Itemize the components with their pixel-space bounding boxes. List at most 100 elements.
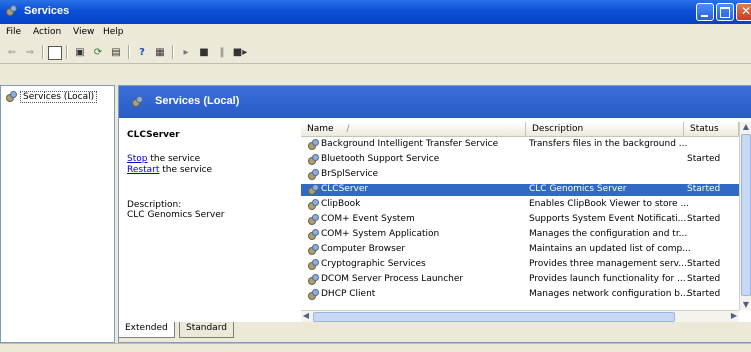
service-gear-icon: [307, 184, 319, 196]
view-tabs: Extended Standard: [119, 322, 751, 342]
details-pane: Services (Local) CLCServer Stop the serv…: [118, 85, 751, 343]
stop-icon[interactable]: ■: [196, 44, 212, 60]
scroll-left-icon[interactable]: ◀: [301, 311, 311, 321]
service-gear-icon: [307, 214, 319, 226]
export-list-icon[interactable]: ▤: [108, 44, 124, 60]
service-name-cell: Background Intelligent Transfer Service: [321, 139, 499, 149]
service-name-cell: Cryptographic Services: [321, 259, 426, 269]
service-name-cell: COM+ System Application: [321, 229, 440, 239]
restart-service-link[interactable]: Restart: [127, 165, 159, 175]
column-status[interactable]: Status: [684, 122, 739, 137]
tree-item-label: Services (Local): [20, 91, 98, 103]
minimize-button[interactable]: [696, 3, 714, 21]
service-description-cell: Manages network configuration b...: [529, 289, 689, 299]
help-icon[interactable]: ?: [134, 44, 150, 60]
window-title: Services: [24, 5, 70, 17]
service-gear-icon: [307, 229, 319, 241]
services-list: Name / Description Status Background Int…: [301, 118, 751, 322]
service-name-cell: Computer Browser: [321, 244, 406, 254]
table-row[interactable]: Background Intelligent Transfer Service T…: [301, 139, 741, 151]
services-app-icon: [5, 5, 19, 19]
service-status-cell: Started: [687, 154, 721, 164]
scroll-down-icon[interactable]: ▼: [741, 300, 751, 310]
close-button[interactable]: ✕: [736, 3, 751, 21]
maximize-icon: [720, 7, 730, 18]
service-gear-icon: [307, 169, 319, 181]
table-row[interactable]: Bluetooth Support Service Started: [301, 154, 741, 166]
service-name-cell: DHCP Client: [321, 289, 376, 299]
table-row[interactable]: DCOM Server Process Launcher Provides lau…: [301, 274, 741, 286]
service-status-cell: Started: [687, 289, 721, 299]
table-row[interactable]: DHCP Client Manages network configuration…: [301, 289, 741, 301]
tab-extended[interactable]: Extended: [119, 322, 175, 338]
description-text: CLC Genomics Server: [127, 210, 225, 220]
tab-standard[interactable]: Standard: [179, 322, 234, 338]
maximize-button[interactable]: [716, 3, 734, 21]
selected-service-name: CLCServer: [127, 130, 180, 140]
horizontal-scroll-thumb[interactable]: [313, 312, 675, 322]
table-row[interactable]: ClipBook Enables ClipBook Viewer to store…: [301, 199, 741, 211]
table-row[interactable]: CLCServer CLC Genomics Server Started: [301, 184, 741, 196]
table-row[interactable]: COM+ System Application Manages the confi…: [301, 229, 741, 241]
title-bar[interactable]: Services ✕: [0, 0, 751, 24]
close-icon: ✕: [741, 4, 751, 18]
stop-service-link[interactable]: Stop: [127, 154, 147, 164]
service-gear-icon: [307, 274, 319, 286]
service-description-cell: Supports System Event Notificati...: [529, 214, 687, 224]
service-gear-icon: [307, 199, 319, 211]
description-label: Description:: [127, 200, 182, 210]
scroll-right-icon[interactable]: ▶: [729, 311, 739, 321]
services-icon: [5, 91, 17, 103]
service-gear-icon: [307, 259, 319, 271]
menu-action[interactable]: Action: [33, 27, 61, 37]
forward-icon[interactable]: ⇒: [22, 44, 38, 60]
service-name-cell: BrSplService: [321, 169, 379, 179]
service-status-cell: Started: [687, 214, 721, 224]
services-header-icon: [131, 96, 143, 108]
table-row[interactable]: BrSplService: [301, 169, 741, 181]
sort-indicator: /: [346, 124, 350, 134]
extended-description-pane: CLCServer Stop the service Restart the s…: [119, 118, 299, 322]
pause-icon[interactable]: ‖: [214, 44, 230, 60]
table-row[interactable]: COM+ Event System Supports System Event N…: [301, 214, 741, 226]
show-hide-tree-icon[interactable]: [48, 46, 62, 60]
toolbar: ⇐ ⇒ ▣ ⟳ ▤ ? ▦ ▸ ■ ‖ ■▸: [0, 41, 751, 64]
service-status-cell: Started: [687, 184, 721, 194]
vertical-scrollbar[interactable]: ▲ ▼: [739, 122, 751, 310]
service-description-cell: Provides launch functionality for ...: [529, 274, 686, 284]
service-gear-icon: [307, 244, 319, 256]
menu-file[interactable]: File: [6, 27, 21, 37]
pane-title: Services (Local): [155, 95, 240, 107]
service-status-cell: Started: [687, 274, 721, 284]
back-icon[interactable]: ⇐: [4, 44, 20, 60]
service-gear-icon: [307, 154, 319, 166]
scroll-up-icon[interactable]: ▲: [741, 122, 751, 132]
service-name-cell: COM+ Event System: [321, 214, 415, 224]
column-description[interactable]: Description: [526, 122, 684, 137]
column-name[interactable]: Name /: [301, 122, 526, 137]
refresh-icon[interactable]: ⟳: [90, 44, 106, 60]
start-icon[interactable]: ▸: [178, 44, 194, 60]
service-gear-icon: [307, 289, 319, 301]
restart-line: Restart the service: [127, 165, 213, 175]
vertical-scroll-thumb[interactable]: [741, 134, 751, 296]
restart-icon[interactable]: ■▸: [232, 44, 248, 60]
console-tree: Services (Local): [0, 85, 115, 343]
properties-icon[interactable]: ▣: [72, 44, 88, 60]
menu-help[interactable]: Help: [103, 27, 124, 37]
service-name-cell: Bluetooth Support Service: [321, 154, 440, 164]
table-row[interactable]: Cryptographic Services Provides three man…: [301, 259, 741, 271]
horizontal-scrollbar[interactable]: ◀ ▶: [301, 310, 739, 322]
stop-line: Stop the service: [127, 154, 201, 164]
service-description-cell: Enables ClipBook Viewer to store ...: [529, 199, 690, 209]
service-name-cell: DCOM Server Process Launcher: [321, 274, 464, 284]
menu-bar: File Action View Help: [0, 24, 751, 42]
service-description-cell: Provides three management serv...: [529, 259, 687, 269]
console-icon[interactable]: ▦: [152, 44, 168, 60]
minimize-icon: [701, 15, 708, 17]
menu-view[interactable]: View: [73, 27, 94, 37]
service-description-cell: Transfers files in the background ...: [529, 139, 688, 149]
table-row[interactable]: Computer Browser Maintains an updated lis…: [301, 244, 741, 256]
service-description-cell: CLC Genomics Server: [529, 184, 627, 194]
tree-item-services-local[interactable]: Services (Local): [5, 91, 98, 103]
